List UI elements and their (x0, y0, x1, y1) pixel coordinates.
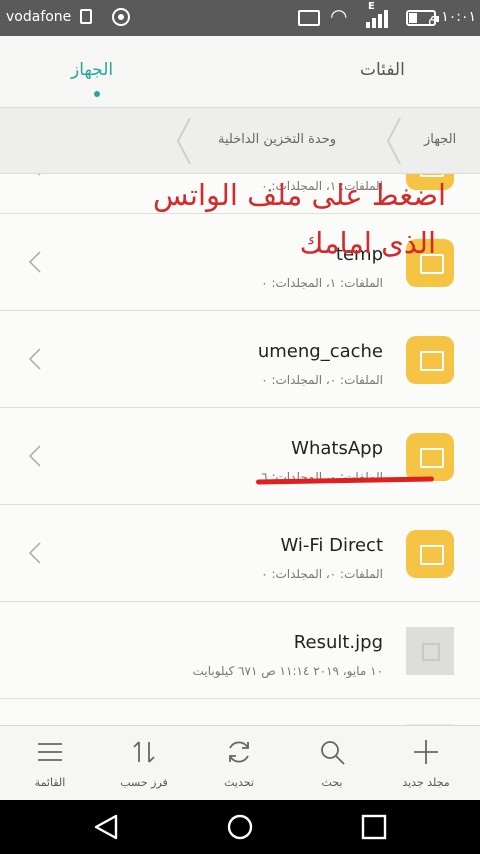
breadcrumb: وحدة التخزين الداخلية الجهاز (0, 108, 480, 174)
sort-label: فرز حسب (120, 776, 168, 789)
item-name: Result.jpg (293, 632, 383, 653)
list-item[interactable] (0, 699, 480, 725)
new-folder-label: مجلد جديد (402, 776, 450, 789)
network-type: E (368, 1, 375, 12)
item-meta: الملفات: ٠، المجلدات: ٠ (261, 567, 383, 581)
item-name: Wi-Fi Direct (280, 535, 383, 556)
list-item[interactable]: umeng_cache الملفات: ٠، المجلدات: ٠ (0, 311, 480, 408)
tab-categories[interactable]: الفئات (360, 60, 405, 80)
list-item[interactable]: Wi-Fi Direct الملفات: ٠، المجلدات: ٠ (0, 505, 480, 602)
folder-icon (406, 336, 454, 384)
home-icon[interactable] (226, 813, 254, 841)
chevron-left-icon (28, 542, 41, 564)
breadcrumb-root[interactable]: الجهاز (424, 132, 456, 147)
refresh-button[interactable]: تحديث (199, 726, 279, 801)
menu-icon (38, 743, 62, 761)
item-meta: الملفات: ٠، المجلدات: ٠ (261, 373, 383, 387)
sd-card-icon (80, 9, 92, 24)
list-item-whatsapp[interactable]: WhatsApp الملفات: ٠، المجلدات: ٦ (0, 408, 480, 505)
chevron-left-icon (37, 174, 41, 176)
annotation-line-2: الذى امامك (299, 226, 436, 260)
search-label: بحث (321, 776, 343, 789)
bottom-toolbar: مجلد جديد بحث تحديث فرز حسب القائمة (0, 725, 480, 800)
recents-icon[interactable] (360, 813, 388, 841)
chevron-left-icon (28, 251, 41, 273)
folder-icon (406, 433, 454, 481)
item-name: WhatsApp (291, 438, 383, 459)
status-bar: vodafone ◠ E ١٠:٠١ م (0, 0, 480, 36)
screencast-icon (298, 10, 320, 26)
chevron-left-icon (28, 348, 41, 370)
system-nav-bar (0, 800, 480, 854)
refresh-label: تحديث (224, 776, 254, 789)
annotation-line-1: اضغط على ملف الواتس (152, 178, 446, 212)
breadcrumb-separator-icon (380, 117, 410, 165)
refresh-icon (229, 741, 249, 763)
back-icon[interactable] (92, 813, 120, 841)
menu-button[interactable]: القائمة (10, 726, 90, 801)
active-tab-indicator (94, 91, 100, 97)
hotspot-icon (112, 8, 130, 26)
list-item[interactable]: Result.jpg ١٠ مايو، ٢٠١٩ ١١:١٤ ص ٦٧١ كيل… (0, 602, 480, 699)
sort-button[interactable]: فرز حسب (104, 726, 184, 801)
wifi-icon: ◠ (330, 4, 348, 28)
clock: ١٠:٠١ م (428, 9, 476, 25)
item-name: umeng_cache (257, 341, 383, 362)
breadcrumb-separator-icon (170, 117, 200, 165)
menu-label: القائمة (34, 776, 66, 789)
search-button[interactable]: بحث (292, 726, 372, 801)
item-meta: ١٠ مايو، ٢٠١٩ ١١:١٤ ص ٦٧١ كيلوبايت (192, 664, 383, 678)
plus-icon (414, 740, 438, 764)
breadcrumb-current[interactable]: وحدة التخزين الداخلية (218, 132, 336, 147)
search-icon (321, 741, 345, 765)
tab-device[interactable]: الجهاز (71, 60, 113, 80)
item-meta: الملفات: ١، المجلدات: ٠ (261, 276, 383, 290)
tab-bar: الفئات الجهاز (0, 36, 480, 108)
carrier-name: vodafone (6, 9, 72, 25)
image-thumbnail-icon (406, 627, 454, 675)
chevron-left-icon (28, 445, 41, 467)
new-folder-button[interactable]: مجلد جديد (386, 726, 466, 801)
folder-icon (406, 530, 454, 578)
sort-icon (133, 741, 155, 763)
